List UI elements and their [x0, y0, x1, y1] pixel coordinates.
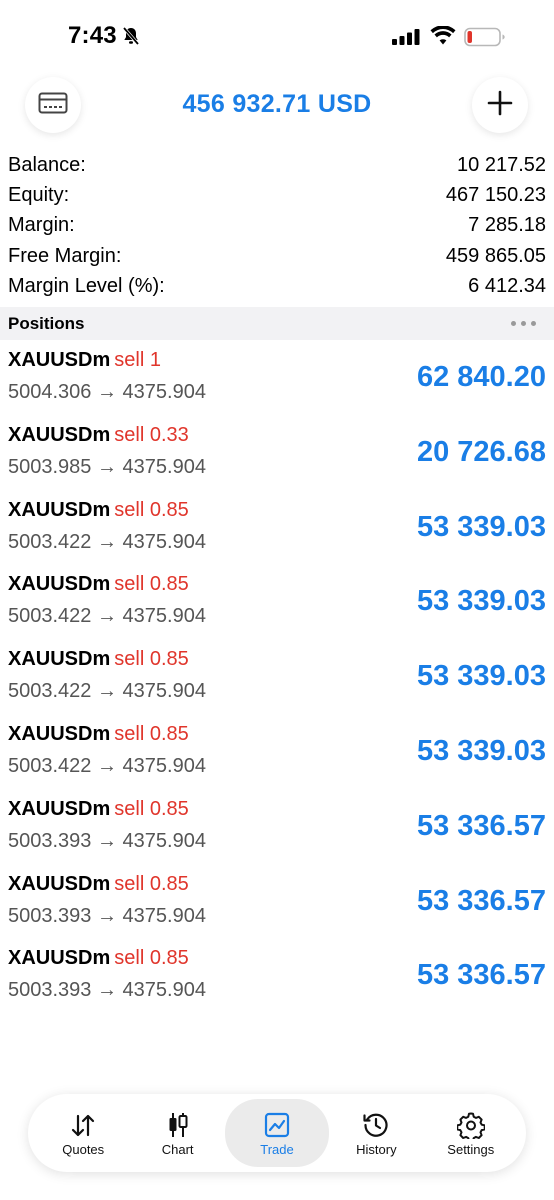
position-side: sell 0.85: [114, 498, 189, 521]
position-profit: 53 339.03: [416, 734, 546, 767]
position-side: sell 0.33: [114, 423, 189, 446]
position-row[interactable]: XAUUSDm sell 0.85 5003.422 → 4375.904 53 …: [0, 640, 554, 715]
position-prices: 5004.306 → 4375.904: [8, 381, 206, 403]
plus-icon: [487, 90, 513, 121]
position-symbol: XAUUSDm: [8, 872, 111, 895]
account-summary: Balance: 10 217.52 Equity: 467 150.23 Marg…: [0, 150, 554, 302]
new-order-button[interactable]: [472, 77, 528, 133]
summary-value: 6 412.34: [468, 275, 546, 298]
position-row[interactable]: XAUUSDm sell 0.85 5003.393 → 4375.904 53 …: [0, 939, 554, 1014]
position-symbol: XAUUSDm: [8, 423, 111, 446]
position-symbol: XAUUSDm: [8, 573, 111, 596]
summary-label: Balance:: [8, 153, 86, 176]
positions-list: XAUUSDm sell 1 5004.306 → 4375.904 62 840…: [0, 341, 554, 1014]
position-profit: 53 339.03: [416, 660, 546, 693]
tab-quotes[interactable]: Quotes: [36, 1100, 130, 1166]
summary-label: Free Margin:: [8, 244, 122, 267]
position-prices: 5003.422 → 4375.904: [8, 530, 206, 553]
summary-value: 10 217.52: [457, 153, 546, 176]
candlestick-icon: [166, 1110, 190, 1140]
battery-low-icon: [464, 27, 506, 52]
position-side: sell 0.85: [114, 797, 189, 820]
summary-row-margin: Margin: 7 285.18: [0, 211, 554, 241]
position-prices: 5003.985 → 4375.904: [8, 455, 206, 478]
position-side: sell 0.85: [114, 573, 189, 596]
tab-label: Settings: [447, 1141, 495, 1157]
position-row[interactable]: XAUUSDm sell 1 5004.306 → 4375.904 62 840…: [0, 341, 554, 416]
tab-settings[interactable]: Settings: [424, 1100, 518, 1166]
position-row[interactable]: XAUUSDm sell 0.85 5003.422 → 4375.904 53 …: [0, 715, 554, 790]
position-prices: 5003.393 → 4375.904: [8, 979, 206, 1002]
position-symbol: XAUUSDm: [8, 797, 111, 820]
position-prices: 5003.422 → 4375.904: [8, 680, 206, 703]
position-profit: 62 840.20: [416, 361, 546, 393]
tab-label: Quotes: [62, 1141, 105, 1157]
position-side: sell 1: [114, 349, 161, 371]
positions-label: Positions: [8, 313, 85, 333]
quotes-arrows-icon: [70, 1110, 96, 1140]
account-header: 456 932.71 USD: [0, 70, 554, 150]
status-bar: 7:43: [0, 0, 554, 70]
position-row[interactable]: XAUUSDm sell 0.85 5003.393 → 4375.904 53 …: [0, 865, 554, 940]
position-prices: 5003.393 → 4375.904: [8, 829, 206, 852]
equity-title: 456 932.71 USD: [182, 90, 372, 118]
tab-history[interactable]: History: [329, 1100, 423, 1166]
position-row[interactable]: XAUUSDm sell 0.33 5003.985 → 4375.904 20 …: [0, 416, 554, 491]
position-side: sell 0.85: [114, 872, 189, 895]
summary-value: 459 865.05: [445, 244, 546, 267]
cellular-signal-icon: [392, 29, 422, 50]
position-profit: 53 336.57: [416, 884, 546, 917]
summary-row-balance: Balance: 10 217.52: [0, 150, 554, 180]
summary-row-margin-level: Margin Level (%): 6 412.34: [0, 272, 554, 302]
summary-value: 467 150.23: [445, 184, 546, 207]
bell-muted-icon: [121, 26, 141, 51]
history-clock-icon: [362, 1110, 390, 1140]
summary-label: Margin Level (%):: [8, 275, 165, 298]
tab-label: Trade: [260, 1141, 294, 1157]
position-prices: 5003.422 → 4375.904: [8, 605, 206, 628]
position-profit: 53 336.57: [416, 959, 546, 992]
position-prices: 5003.422 → 4375.904: [8, 754, 206, 777]
status-time: 7:43: [68, 22, 117, 49]
position-side: sell 0.85: [114, 722, 189, 745]
position-symbol: XAUUSDm: [8, 349, 111, 371]
summary-label: Equity:: [8, 184, 70, 207]
summary-row-equity: Equity: 467 150.23: [0, 180, 554, 210]
position-row[interactable]: XAUUSDm sell 0.85 5003.422 → 4375.904 53 …: [0, 491, 554, 566]
summary-value: 7 285.18: [468, 214, 546, 237]
position-symbol: XAUUSDm: [8, 722, 111, 745]
positions-section-header: Positions: [0, 307, 554, 340]
tab-label: History: [356, 1141, 397, 1157]
position-symbol: XAUUSDm: [8, 648, 111, 671]
bottom-tab-bar: Quotes Chart Trade History Settings: [28, 1094, 526, 1172]
position-prices: 5003.393 → 4375.904: [8, 904, 206, 927]
tab-label: Chart: [161, 1141, 194, 1157]
summary-row-free-margin: Free Margin: 459 865.05: [0, 241, 554, 271]
more-options-icon[interactable]: [511, 321, 536, 326]
position-side: sell 0.85: [114, 648, 189, 671]
position-row[interactable]: XAUUSDm sell 0.85 5003.422 → 4375.904 53 …: [0, 565, 554, 640]
tab-chart[interactable]: Chart: [130, 1100, 224, 1166]
gear-icon: [456, 1110, 485, 1140]
wifi-icon: [430, 25, 456, 51]
position-symbol: XAUUSDm: [8, 947, 111, 970]
tab-trade[interactable]: Trade: [224, 1099, 330, 1167]
position-profit: 20 726.68: [416, 435, 546, 468]
summary-label: Margin:: [8, 214, 75, 237]
position-profit: 53 336.57: [416, 809, 546, 842]
position-symbol: XAUUSDm: [8, 498, 111, 521]
position-profit: 53 339.03: [416, 585, 546, 618]
trade-chart-icon: [264, 1110, 290, 1140]
position-side: sell 0.85: [114, 947, 189, 970]
position-row[interactable]: XAUUSDm sell 0.85 5003.393 → 4375.904 53 …: [0, 790, 554, 865]
position-profit: 53 339.03: [416, 510, 546, 543]
